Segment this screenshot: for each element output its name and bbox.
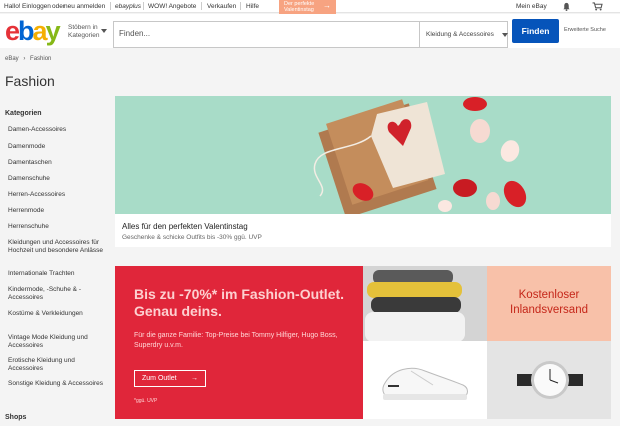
- wow-deals-link[interactable]: WOW! Angebote: [148, 3, 196, 10]
- valentine-banner-image: [115, 96, 611, 214]
- search-bar: Finden... Kleidung & Accessoires: [113, 21, 508, 48]
- header: ebay Stöbern in Kategorien Finden... Kle…: [0, 14, 620, 48]
- top-bar: Hallo! Einloggen oder neu anmelden ebayp…: [0, 0, 620, 15]
- cart-icon[interactable]: [592, 2, 603, 11]
- browse-line-2: Kategorien: [68, 32, 100, 39]
- browse-line-1: Stöbern in: [68, 24, 98, 31]
- outlet-button-label: Zum Outlet: [142, 375, 177, 382]
- browse-categories-button[interactable]: Stöbern in Kategorien: [68, 24, 99, 40]
- sidebar-item[interactable]: Kostüme & Verkleidungen: [8, 310, 106, 318]
- logo-letter-b: b: [18, 16, 34, 46]
- breadcrumb-separator: ›: [23, 56, 26, 62]
- sidebar-item[interactable]: Vintage Mode Kleidung und Accessoires: [8, 334, 106, 349]
- sell-link[interactable]: Verkaufen: [207, 3, 236, 10]
- sidebar-item[interactable]: Herrenmode: [8, 207, 106, 215]
- divider: [143, 2, 144, 10]
- login-link[interactable]: Einloggen: [22, 3, 51, 10]
- sidebar-item[interactable]: Damenmode: [8, 143, 106, 151]
- chevron-down-icon: [502, 33, 508, 37]
- my-ebay-link[interactable]: Mein eBay: [516, 3, 547, 10]
- shops-heading: Shops: [5, 414, 27, 421]
- divider: [110, 2, 111, 10]
- logo-letter-a: a: [32, 16, 48, 46]
- sneaker-image: [382, 367, 468, 400]
- search-button[interactable]: Finden: [512, 19, 559, 43]
- logo-letter-y: y: [45, 16, 61, 46]
- sweater-image: [363, 266, 487, 341]
- outlet-promo: Bis zu -70%* im Fashion-Outlet. Genau de…: [115, 266, 363, 419]
- sidebar-item[interactable]: Herrenschuhe: [8, 223, 106, 231]
- ebay-logo[interactable]: ebay: [5, 16, 61, 46]
- breadcrumb-current: Fashion: [30, 56, 52, 62]
- breadcrumb: eBay › Fashion: [5, 56, 51, 62]
- outlet-button[interactable]: Zum Outlet →: [134, 370, 206, 387]
- ebay-plus-link[interactable]: ebayplus: [115, 3, 141, 10]
- outlet-subline: Für die ganze Familie: Top-Preise bei To…: [134, 332, 338, 349]
- arrow-right-icon: →: [323, 1, 331, 10]
- sidebar-item[interactable]: Herren-Accessoires: [8, 191, 106, 199]
- logo-letter-e: e: [5, 16, 20, 46]
- sidebar-item[interactable]: Damen-Accessoires: [8, 126, 106, 134]
- divider: [201, 2, 202, 10]
- chevron-down-icon[interactable]: [101, 29, 107, 33]
- sidebar-item[interactable]: Internationale Trachten: [8, 270, 106, 278]
- sidebar-item[interactable]: Erotische Kleidung und Accessoires: [8, 357, 106, 372]
- banner-subtitle: Geschenke & schicke Outfits bis -30% ggü…: [122, 234, 262, 241]
- search-input[interactable]: Finden...: [119, 29, 150, 38]
- sneaker-tile[interactable]: [363, 341, 487, 419]
- categories-heading: Kategorien: [5, 110, 42, 117]
- sidebar-item[interactable]: Sonstige Kleidung & Accessoires: [8, 380, 106, 388]
- sweater-tile[interactable]: [363, 266, 487, 341]
- sidebar-item[interactable]: Damentaschen: [8, 159, 106, 167]
- free-shipping-tile[interactable]: Kostenloser Inlandsversand: [487, 266, 611, 341]
- breadcrumb-home[interactable]: eBay: [5, 56, 19, 62]
- watch-image: [517, 361, 583, 399]
- valentine-promo-tab[interactable]: Der perfekte Valentinstag →: [279, 0, 336, 15]
- greeting-text: Hallo!: [4, 3, 21, 10]
- category-select[interactable]: Kleidung & Accessoires: [419, 22, 509, 47]
- bell-icon[interactable]: [562, 2, 571, 11]
- sidebar-item[interactable]: Damenschuhe: [8, 175, 106, 183]
- category-select-label: Kleidung & Accessoires: [426, 31, 494, 38]
- valentine-banner[interactable]: Alles für den perfekten Valentinstag Ges…: [115, 96, 611, 247]
- register-link[interactable]: neu anmelden: [64, 3, 105, 10]
- divider: [240, 2, 241, 10]
- outlet-headline: Bis zu -70%* im Fashion-Outlet. Genau de…: [134, 286, 345, 319]
- advanced-search-link[interactable]: Erweiterte Suche: [564, 27, 606, 33]
- help-link[interactable]: Hilfe: [246, 3, 259, 10]
- outlet-footnote: *ggü. UVP: [134, 398, 158, 404]
- shipping-line-1: Kostenloser: [518, 289, 580, 301]
- watch-tile[interactable]: [487, 341, 611, 419]
- sidebar-item[interactable]: Kindermode, -Schuhe & -Accessoires: [8, 286, 106, 301]
- sidebar-item[interactable]: Kleidungen und Accessoires für Hochzeit …: [8, 239, 106, 254]
- page-title: Fashion: [5, 73, 55, 89]
- free-shipping-text: Kostenloser Inlandsversand: [487, 288, 611, 318]
- shipping-line-2: Inlandsversand: [510, 304, 588, 316]
- arrow-right-icon: →: [191, 375, 198, 382]
- banner-title: Alles für den perfekten Valentinstag: [122, 222, 248, 231]
